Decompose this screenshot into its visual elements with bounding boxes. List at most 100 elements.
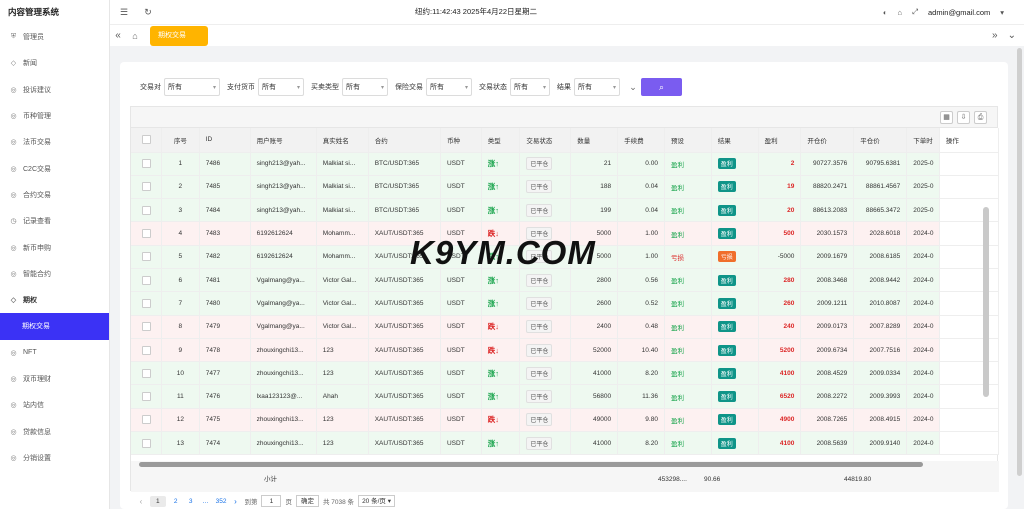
horizontal-scroll-thumb[interactable] <box>139 462 923 467</box>
column-header-0[interactable]: 序号 <box>161 128 200 153</box>
column-header-16[interactable]: 操作 <box>939 128 1000 153</box>
filter-select-1[interactable]: 所有 ▾ <box>258 78 304 96</box>
select-all-checkbox[interactable] <box>141 135 151 145</box>
page-link-2[interactable]: 3 <box>186 498 196 505</box>
cell-actions[interactable] <box>939 361 1000 386</box>
sidebar-item-11[interactable]: 期权交易 <box>0 313 109 340</box>
row-checkbox[interactable] <box>141 415 151 425</box>
table-row[interactable]: 9 7478 zhouxingchi13... 123 XAUT/USDT:365 USD… <box>131 338 1000 363</box>
cell-actions[interactable] <box>939 291 1000 316</box>
user-menu[interactable]: admin@gmail.com <box>928 8 990 17</box>
tabs-menu-chevron-icon[interactable]: ⌄ <box>1008 30 1016 41</box>
page-link-1[interactable]: 2 <box>171 498 181 505</box>
prev-page-icon[interactable]: ‹ <box>136 497 146 506</box>
goto-page-input[interactable]: 1 <box>261 495 282 507</box>
cell-actions[interactable] <box>939 152 1000 176</box>
column-header-5[interactable]: 币种 <box>440 128 482 153</box>
filter-select-5[interactable]: 所有 ▾ <box>574 78 620 96</box>
export-icon[interactable]: ⇩ <box>957 111 970 124</box>
sidebar-item-8[interactable]: ◎ 新币申购 <box>0 234 109 260</box>
column-header-10[interactable]: 预设 <box>664 128 712 153</box>
expand-filters-icon[interactable]: ⌄ <box>627 82 639 93</box>
sidebar-item-7[interactable]: ◷ 记录查看 <box>0 208 109 234</box>
sidebar-item-0[interactable]: ⛨ 管理员 <box>0 24 109 50</box>
table-row[interactable]: 2 7485 singh213@yah... Malkiat si... BTC/USD… <box>131 175 1000 200</box>
cell-actions[interactable] <box>939 431 1000 456</box>
table-row[interactable]: 13 7474 zhouxingchi13... 123 XAUT/USDT:365 US… <box>131 431 1000 456</box>
row-checkbox[interactable] <box>141 368 151 378</box>
column-header-2[interactable]: 用户账号 <box>250 128 317 153</box>
sidebar-item-12[interactable]: ◎ NFT <box>0 340 109 366</box>
table-row[interactable]: 8 7479 Vgalmang@ya... Victor Gal... XAUT/USD… <box>131 315 1000 339</box>
sidebar-item-6[interactable]: ◎ 合约交易 <box>0 182 109 208</box>
tabs-scroll-left-icon[interactable]: « <box>110 30 126 41</box>
row-checkbox[interactable] <box>141 438 151 448</box>
columns-icon[interactable]: ▦ <box>940 111 953 124</box>
column-header-6[interactable]: 类型 <box>481 128 521 153</box>
column-header-11[interactable]: 结果 <box>711 128 759 153</box>
cell-actions[interactable] <box>939 221 1000 246</box>
filter-select-3[interactable]: 所有 ▾ <box>426 78 472 96</box>
filter-select-0[interactable]: 所有 ▾ <box>164 78 220 96</box>
table-row[interactable]: 12 7475 zhouxingchi13... 123 XAUT/USDT:365 US… <box>131 408 1000 433</box>
table-row[interactable]: 3 7484 singh213@yah... Malkiat si... BTC/USD… <box>131 198 1000 223</box>
page-link-4[interactable]: 352 <box>216 498 227 505</box>
cell-actions[interactable] <box>939 408 1000 433</box>
tab-options-trading[interactable]: 期权交易 <box>150 25 208 46</box>
cell-actions[interactable] <box>939 245 1000 269</box>
row-checkbox[interactable] <box>141 252 151 262</box>
page-link-0[interactable]: 1 <box>150 495 166 507</box>
home-icon[interactable]: ⌂ <box>126 31 144 41</box>
cell-actions[interactable] <box>939 175 1000 200</box>
chevron-down-icon[interactable]: ▾ <box>1000 8 1004 17</box>
sidebar-item-9[interactable]: ◎ 智能合约 <box>0 261 109 287</box>
sidebar-item-15[interactable]: ◎ 贷款信息 <box>0 418 109 444</box>
column-header-3[interactable]: 真实姓名 <box>316 128 369 153</box>
row-checkbox[interactable] <box>141 182 151 192</box>
next-page-icon[interactable]: › <box>230 497 240 506</box>
theme-icon[interactable]: ◐ <box>883 8 888 17</box>
cell-actions[interactable] <box>939 338 1000 363</box>
row-checkbox[interactable] <box>141 275 151 285</box>
table-row[interactable]: 7 7480 Vgalmang@ya... Victor Gal... XAUT/USD… <box>131 291 1000 316</box>
column-header-7[interactable]: 交易状态 <box>519 128 572 153</box>
sidebar-item-14[interactable]: ◎ 站内信 <box>0 392 109 418</box>
column-header-8[interactable]: 数量 <box>570 128 619 153</box>
column-header-14[interactable]: 平仓价 <box>853 128 908 153</box>
sidebar-item-2[interactable]: ◎ 投诉建议 <box>0 77 109 103</box>
table-row[interactable]: 10 7477 zhouxingchi13... 123 XAUT/USDT:365 US… <box>131 361 1000 386</box>
menu-toggle-icon[interactable]: ☰ <box>116 7 132 18</box>
cell-actions[interactable] <box>939 198 1000 223</box>
sidebar-item-1[interactable]: ◇ 新闻 <box>0 50 109 76</box>
tag-icon[interactable]: ⌂ <box>897 8 902 17</box>
refresh-icon[interactable]: ↻ <box>140 7 156 18</box>
sidebar-item-5[interactable]: ◎ C2C交易 <box>0 155 109 181</box>
column-header-13[interactable]: 开仓价 <box>800 128 855 153</box>
page-scrollbar[interactable] <box>1017 48 1022 476</box>
sidebar-item-3[interactable]: ◎ 币种管理 <box>0 103 109 129</box>
sidebar-item-16[interactable]: ◎ 分销设置 <box>0 445 109 471</box>
row-checkbox[interactable] <box>141 229 151 239</box>
print-icon[interactable]: ⎙ <box>974 111 987 124</box>
table-row[interactable]: 11 7476 lxaa123123@... Ahah XAUT/USDT:365 USD… <box>131 384 1000 409</box>
cell-actions[interactable] <box>939 315 1000 339</box>
tabs-scroll-right-icon[interactable]: » <box>992 30 998 41</box>
column-header-1[interactable]: ID <box>199 128 251 153</box>
row-checkbox[interactable] <box>141 205 151 215</box>
sidebar-item-13[interactable]: ◎ 双币理财 <box>0 366 109 392</box>
column-header-12[interactable]: 盈利 <box>758 128 802 153</box>
row-checkbox[interactable] <box>141 159 151 169</box>
sidebar-item-10[interactable]: ◇ 期权 <box>0 287 109 313</box>
column-header-4[interactable]: 合约 <box>368 128 441 153</box>
row-checkbox[interactable] <box>141 345 151 355</box>
row-checkbox[interactable] <box>141 392 151 402</box>
sidebar-item-4[interactable]: ◎ 法币交易 <box>0 129 109 155</box>
search-button[interactable]: ⌕ <box>641 78 682 96</box>
vertical-scrollbar[interactable] <box>983 207 989 397</box>
cell-actions[interactable] <box>939 268 1000 293</box>
row-checkbox[interactable] <box>141 322 151 332</box>
row-checkbox[interactable] <box>141 298 151 308</box>
column-header-9[interactable]: 手续费 <box>617 128 665 153</box>
filter-select-4[interactable]: 所有 ▾ <box>510 78 550 96</box>
page-size-select[interactable]: 20 条/页 ▾ <box>358 495 395 507</box>
